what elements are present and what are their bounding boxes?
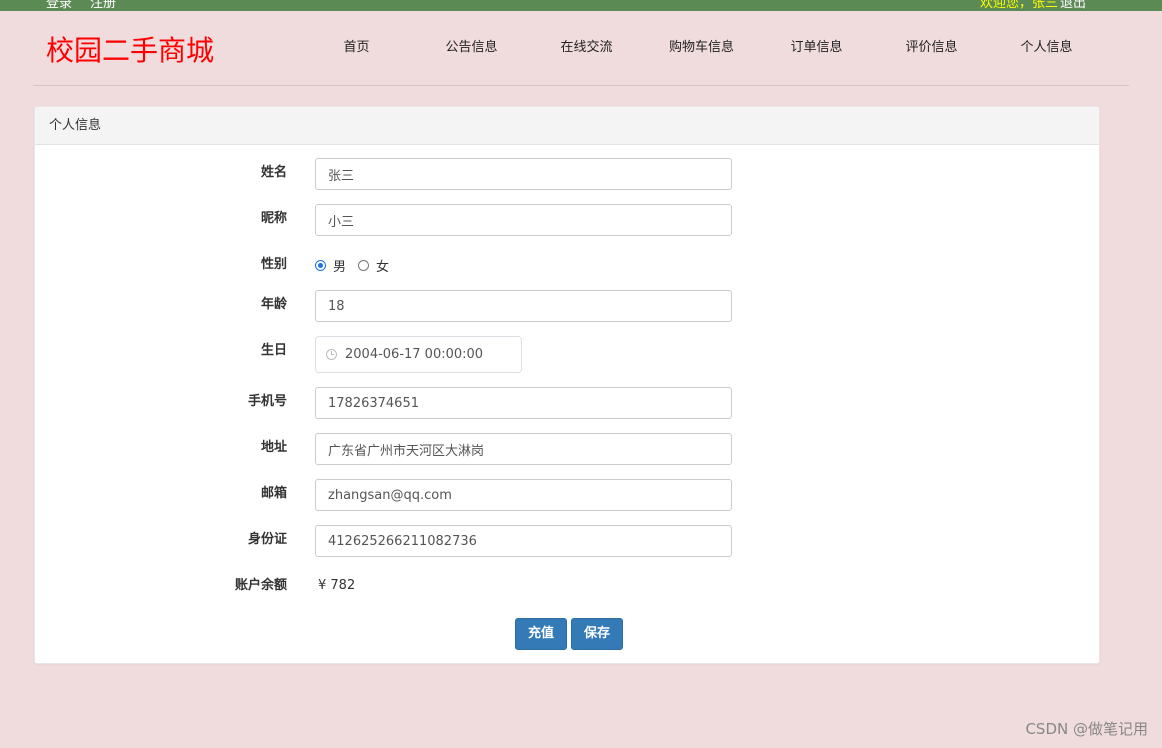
- email-input[interactable]: [315, 479, 732, 511]
- name-label: 姓名: [260, 165, 287, 180]
- save-button[interactable]: 保存: [571, 618, 624, 650]
- phone-label: 手机号: [247, 394, 287, 409]
- radio-checked-icon: [315, 259, 326, 271]
- age-input[interactable]: [315, 290, 732, 322]
- header: 校园二手商城 首页 公告信息 在线交流 购物车信息 订单信息 评价信息 个人信息: [33, 11, 1129, 86]
- login-link[interactable]: 登录: [46, 0, 72, 11]
- nickname-row: 昵称: [35, 204, 1101, 236]
- email-label: 邮箱: [260, 486, 287, 501]
- gender-male-radio[interactable]: 男: [315, 256, 346, 275]
- panel-title: 个人信息: [35, 107, 1099, 145]
- watermark: CSDN @做笔记用: [1025, 720, 1148, 738]
- birthday-row: 生日 2004-06-17 00:00:00: [35, 336, 1101, 373]
- radio-unchecked-icon: [358, 259, 370, 271]
- birthday-date-picker[interactable]: 2004-06-17 00:00:00: [315, 336, 522, 373]
- age-row: 年龄: [35, 290, 1101, 322]
- nav-chat[interactable]: 在线交流: [529, 11, 644, 85]
- gender-male-label: 男: [333, 259, 347, 275]
- idcard-label: 身份证: [247, 532, 287, 547]
- profile-panel: 个人信息 姓名 昵称 性别 男 女 年龄 生日 2004-06-17 00:00…: [34, 106, 1100, 664]
- balance-row: 账户余额 ¥ 782: [35, 571, 1101, 603]
- clock-icon: [326, 349, 337, 360]
- age-label: 年龄: [260, 297, 287, 312]
- address-input[interactable]: [315, 433, 732, 465]
- phone-row: 手机号: [35, 387, 1101, 419]
- gender-row: 性别 男 女: [35, 250, 1101, 282]
- logout-link[interactable]: 退出: [1060, 0, 1086, 11]
- name-row: 姓名: [35, 158, 1101, 190]
- nav-notice[interactable]: 公告信息: [414, 11, 529, 85]
- nav-profile[interactable]: 个人信息: [989, 11, 1104, 85]
- welcome-text: 欢迎您，张三: [979, 0, 1058, 11]
- gender-radio-group: 男 女: [315, 250, 401, 280]
- gender-label: 性别: [260, 257, 287, 272]
- gender-female-label: 女: [376, 259, 390, 275]
- nickname-label: 昵称: [260, 211, 287, 226]
- email-row: 邮箱: [35, 479, 1101, 511]
- form-actions: 充值 保存: [515, 618, 627, 650]
- idcard-row: 身份证: [35, 525, 1101, 557]
- site-logo[interactable]: 校园二手商城: [46, 29, 214, 69]
- birthday-label: 生日: [260, 343, 287, 358]
- address-label: 地址: [260, 440, 287, 455]
- address-row: 地址: [35, 433, 1101, 465]
- nav-orders[interactable]: 订单信息: [759, 11, 874, 85]
- balance-value: ¥ 782: [318, 578, 356, 593]
- name-input[interactable]: [315, 158, 732, 190]
- recharge-button[interactable]: 充值: [515, 618, 568, 650]
- nav-reviews[interactable]: 评价信息: [874, 11, 989, 85]
- top-bar-right: 欢迎您，张三 退出: [980, 0, 1086, 11]
- gender-female-radio[interactable]: 女: [358, 256, 389, 275]
- nav-cart[interactable]: 购物车信息: [644, 11, 759, 85]
- phone-input[interactable]: [315, 387, 732, 419]
- nav-home[interactable]: 首页: [299, 11, 414, 85]
- birthday-value: 2004-06-17 00:00:00: [345, 347, 484, 362]
- top-bar-left: 登录 注册: [46, 0, 134, 11]
- main-nav: 首页 公告信息 在线交流 购物车信息 订单信息 评价信息 个人信息: [299, 11, 1104, 85]
- nickname-input[interactable]: [315, 204, 732, 236]
- balance-label: 账户余额: [234, 578, 287, 593]
- top-bar: 登录 注册 欢迎您，张三 退出: [0, 0, 1162, 11]
- register-link[interactable]: 注册: [90, 0, 116, 11]
- idcard-input[interactable]: [315, 525, 732, 557]
